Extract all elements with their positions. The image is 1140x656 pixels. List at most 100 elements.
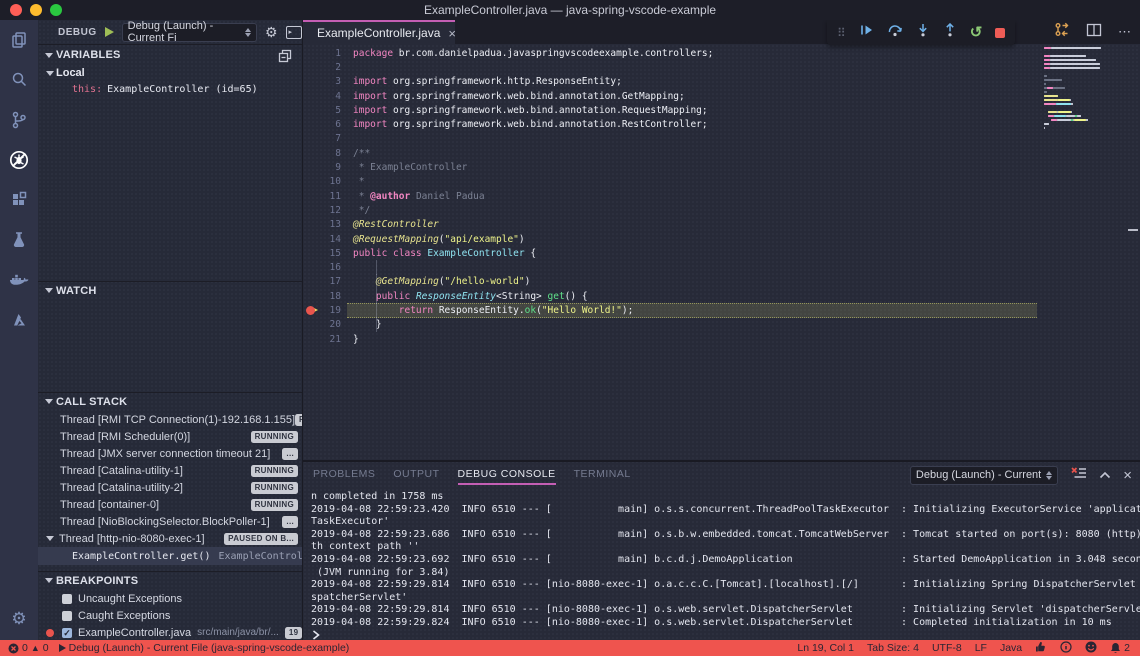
- language-mode[interactable]: Java: [1000, 642, 1022, 654]
- call-stack-thread[interactable]: Thread [container-0]RUNNING: [38, 496, 302, 513]
- line-number[interactable]: 2: [303, 62, 341, 73]
- breakpoint-checkbox[interactable]: ✓: [62, 628, 72, 638]
- call-stack-section-header[interactable]: CALL STACK: [38, 392, 302, 410]
- minimize-window-button[interactable]: [30, 4, 42, 16]
- info-icon[interactable]: [1060, 641, 1072, 656]
- problems-status[interactable]: 0 ▲ 0: [8, 642, 49, 654]
- line-number[interactable]: 5: [303, 105, 341, 116]
- line-number[interactable]: 17: [303, 276, 341, 287]
- console-output[interactable]: n completed in 1758 ms2019-04-08 22:59:2…: [303, 489, 1140, 628]
- indentation[interactable]: Tab Size: 4: [867, 642, 919, 654]
- call-stack-thread[interactable]: Thread [Catalina-utility-1]RUNNING: [38, 462, 302, 479]
- call-stack-thread[interactable]: Thread [NioBlockingSelector.BlockPoller-…: [38, 513, 302, 530]
- code-line[interactable]: 1package br.com.danielpadua.javaspringvs…: [303, 46, 1140, 60]
- cursor-position[interactable]: Ln 19, Col 1: [797, 642, 854, 654]
- breakpoint-paused-indicator[interactable]: [303, 303, 319, 317]
- code-line[interactable]: 14@RequestMapping("api/example"): [303, 232, 1140, 246]
- panel-tab-terminal[interactable]: TERMINAL: [574, 464, 631, 486]
- line-number[interactable]: 6: [303, 119, 341, 130]
- debug-icon[interactable]: [0, 140, 38, 180]
- line-number[interactable]: 15: [303, 248, 341, 259]
- line-number[interactable]: 12: [303, 205, 341, 216]
- call-stack-thread[interactable]: Thread [RMI TCP Connection(1)-192.168.1.…: [38, 411, 302, 428]
- debug-console-toggle-icon[interactable]: ▸: [286, 26, 302, 39]
- code-line[interactable]: 18 public ResponseEntity<String> get() {: [303, 289, 1140, 303]
- code-line[interactable]: 10 *: [303, 175, 1140, 189]
- debug-session-picker[interactable]: Debug (Launch) - Current: [910, 466, 1058, 485]
- code-line[interactable]: 11 * @author Daniel Padua: [303, 189, 1140, 203]
- tab-examplecontroller-java[interactable]: ExampleController.java ×: [303, 20, 455, 44]
- call-stack-thread[interactable]: Thread [http-nio-8080-exec-1]PAUSED ON B…: [38, 530, 302, 547]
- panel-tab-debug-console[interactable]: DEBUG CONSOLE: [458, 464, 556, 486]
- code-line[interactable]: 17 @GetMapping("/hello-world"): [303, 275, 1140, 289]
- variables-section-header[interactable]: VARIABLES: [38, 46, 302, 64]
- panel-tab-output[interactable]: OUTPUT: [393, 464, 439, 486]
- step-over-button[interactable]: [887, 23, 903, 42]
- step-into-button[interactable]: [916, 23, 930, 42]
- code-line[interactable]: 2: [303, 60, 1140, 74]
- breakpoint-checkbox[interactable]: [62, 594, 72, 604]
- line-number[interactable]: 8: [303, 148, 341, 159]
- breakpoint-item[interactable]: Caught Exceptions: [38, 607, 302, 624]
- line-number[interactable]: 7: [303, 133, 341, 144]
- code-line[interactable]: 5import org.springframework.web.bind.ann…: [303, 103, 1140, 117]
- settings-gear-icon[interactable]: ⚙: [0, 602, 38, 636]
- notifications-bell[interactable]: 2: [1110, 642, 1130, 654]
- debug-config-picker[interactable]: Debug (Launch) - Current Fi: [122, 23, 257, 42]
- breakpoints-section-header[interactable]: BREAKPOINTS: [38, 571, 302, 589]
- search-icon[interactable]: [0, 60, 38, 100]
- code-line[interactable]: 8/**: [303, 146, 1140, 160]
- code-line[interactable]: 4import org.springframework.web.bind.ann…: [303, 89, 1140, 103]
- breakpoint-checkbox[interactable]: [62, 611, 72, 621]
- explorer-icon[interactable]: [0, 20, 38, 60]
- java-status-thumbsup-icon[interactable]: [1035, 641, 1047, 656]
- toolbar-drag-handle[interactable]: ⠿: [837, 26, 846, 40]
- panel-tab-problems[interactable]: PROBLEMS: [313, 464, 375, 486]
- minimap[interactable]: [1044, 47, 1106, 131]
- line-number[interactable]: 10: [303, 176, 341, 187]
- call-stack-thread[interactable]: Thread [JMX server connection timeout 21…: [38, 445, 302, 462]
- line-number[interactable]: 4: [303, 91, 341, 102]
- azure-icon[interactable]: [0, 300, 38, 340]
- code-line[interactable]: 12 */: [303, 203, 1140, 217]
- line-number[interactable]: 18: [303, 291, 341, 302]
- close-window-button[interactable]: [10, 4, 22, 16]
- start-debug-button[interactable]: [105, 27, 114, 37]
- docker-icon[interactable]: [0, 260, 38, 300]
- restart-button[interactable]: ↺: [970, 26, 983, 40]
- maximize-panel-icon[interactable]: [1099, 466, 1111, 484]
- split-editor-icon[interactable]: [1086, 23, 1102, 42]
- code-line[interactable]: 15public class ExampleController {: [303, 246, 1140, 260]
- source-control-icon[interactable]: [0, 100, 38, 140]
- code-line[interactable]: 19 return ResponseEntity.ok("Hello World…: [303, 303, 1140, 317]
- configure-gear-icon[interactable]: ⚙: [265, 24, 278, 41]
- maximize-window-button[interactable]: [50, 4, 62, 16]
- line-number[interactable]: 16: [303, 262, 341, 273]
- step-out-button[interactable]: [943, 23, 957, 42]
- call-stack-thread[interactable]: Thread [Catalina-utility-2]RUNNING: [38, 479, 302, 496]
- line-number[interactable]: 20: [303, 319, 341, 330]
- extensions-icon[interactable]: [0, 180, 38, 220]
- call-stack-thread[interactable]: Thread [RMI Scheduler(0)]RUNNING: [38, 428, 302, 445]
- git-compare-icon[interactable]: [1054, 22, 1070, 42]
- code-line[interactable]: 7: [303, 132, 1140, 146]
- line-number[interactable]: 3: [303, 76, 341, 87]
- breakpoint-item[interactable]: ✓ExampleController.javasrc/main/java/br/…: [38, 624, 302, 641]
- debug-session-status[interactable]: Debug (Launch) - Current File (java-spri…: [59, 642, 350, 654]
- code-editor[interactable]: 1package br.com.danielpadua.javaspringvs…: [303, 44, 1140, 460]
- more-actions-icon[interactable]: ⋯: [1118, 24, 1132, 40]
- close-tab-icon[interactable]: ×: [448, 27, 456, 40]
- stop-button[interactable]: [995, 28, 1005, 38]
- code-line[interactable]: 3import org.springframework.http.Respons…: [303, 75, 1140, 89]
- line-number[interactable]: 21: [303, 334, 341, 345]
- watch-section-header[interactable]: WATCH: [38, 281, 302, 299]
- close-panel-icon[interactable]: ×: [1123, 468, 1132, 483]
- feedback-smiley-icon[interactable]: [1085, 641, 1097, 656]
- code-line[interactable]: 6import org.springframework.web.bind.ann…: [303, 117, 1140, 131]
- eol-sequence[interactable]: LF: [975, 642, 987, 654]
- stack-frame-selected[interactable]: ExampleController.get()ExampleControlle.…: [38, 547, 302, 565]
- code-line[interactable]: 9 * ExampleController: [303, 160, 1140, 174]
- code-line[interactable]: 13@RestController: [303, 218, 1140, 232]
- encoding[interactable]: UTF-8: [932, 642, 962, 654]
- line-number[interactable]: 11: [303, 191, 341, 202]
